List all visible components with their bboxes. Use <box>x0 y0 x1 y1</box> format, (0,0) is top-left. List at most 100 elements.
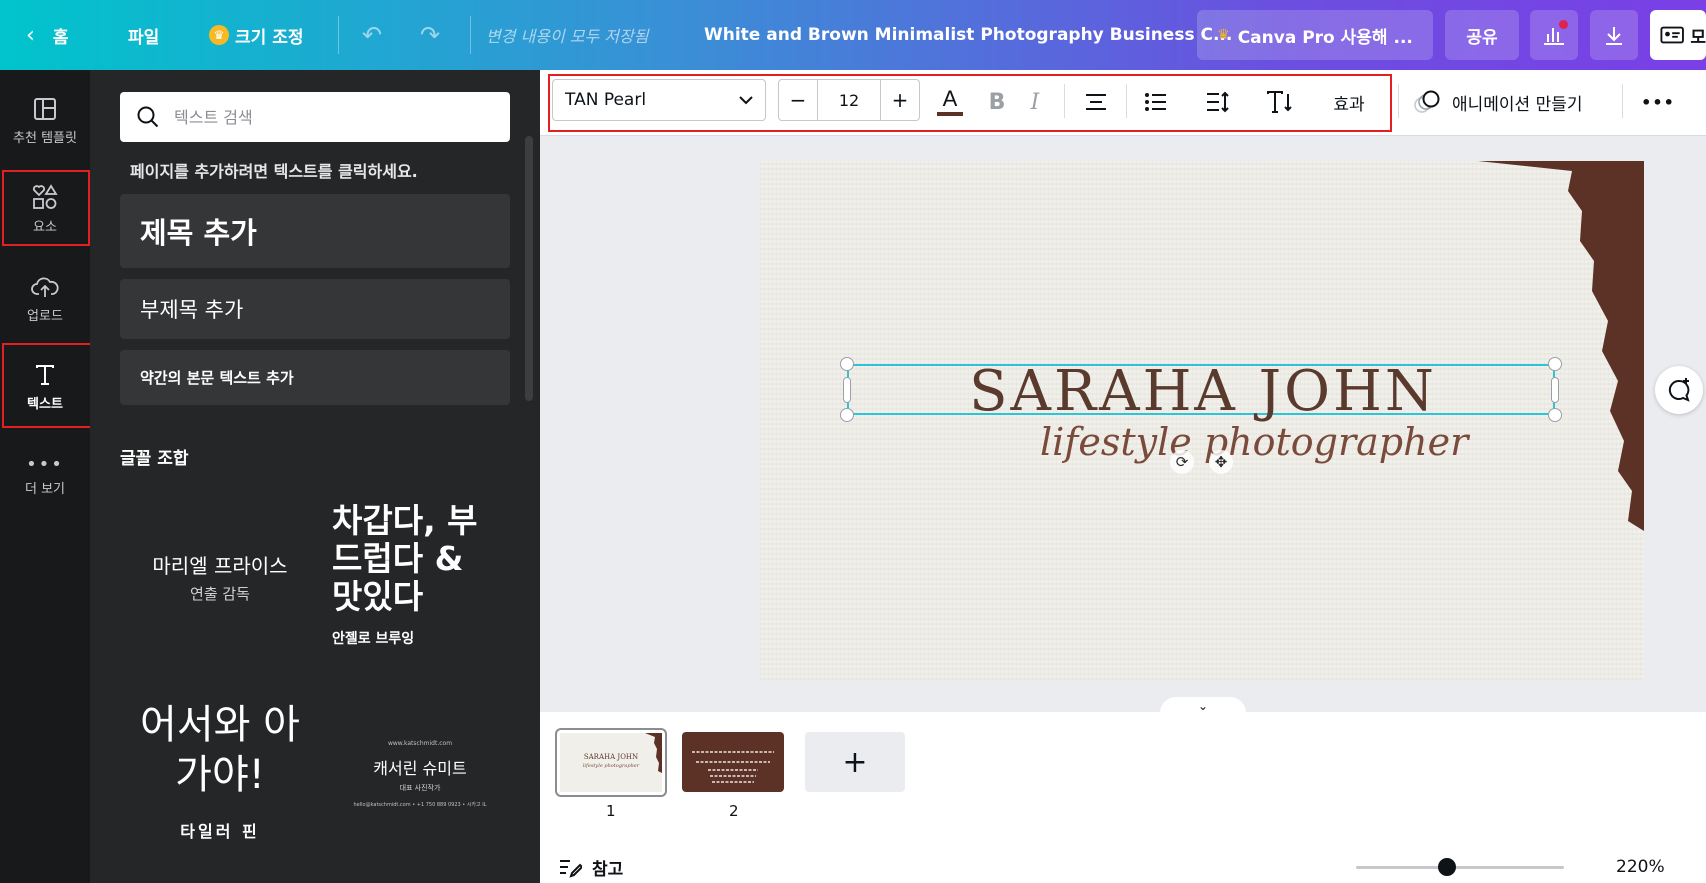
animate-button[interactable]: 애니메이션 만들기 <box>1412 83 1612 121</box>
thumb-subtitle: lifestyle photographer <box>582 763 640 769</box>
move-icon[interactable]: ✥ <box>1209 450 1233 474</box>
rail-label: 업로드 <box>27 308 63 324</box>
rail-item-text[interactable]: 텍스트 <box>0 348 90 426</box>
rail-item-templates[interactable]: 추천 템플릿 <box>0 82 90 160</box>
elements-icon <box>32 183 58 209</box>
combo-sub: 대표 사진작가 <box>399 784 441 792</box>
design-subtitle[interactable]: lifestyle photographer <box>1040 420 1468 464</box>
file-menu-button[interactable]: 파일 <box>128 0 159 70</box>
page-number: 2 <box>729 802 739 820</box>
rotate-icon[interactable]: ⟳ <box>1170 450 1194 474</box>
rail-item-elements[interactable]: 요소 <box>0 170 90 248</box>
design-title[interactable]: SARAHA JOHN <box>849 359 1557 424</box>
panel-scrollbar[interactable] <box>525 136 533 401</box>
redo-icon[interactable]: ↷ <box>420 0 440 70</box>
combo-main: 차갑다, 부드럽다 & 맛있다 <box>332 501 478 616</box>
text-color-button[interactable]: A <box>932 83 968 121</box>
more-options-icon[interactable]: ••• <box>1638 83 1678 121</box>
add-subheading-button[interactable]: 부제목 추가 <box>120 279 510 339</box>
add-heading-button[interactable]: 제목 추가 <box>120 194 510 268</box>
rail-item-uploads[interactable]: 업로드 <box>0 260 90 338</box>
add-comment-button[interactable] <box>1655 366 1703 414</box>
font-combo-card[interactable]: www.katschmidt.com 캐서린 슈미트 대표 사진작가 hello… <box>330 740 510 808</box>
zoom-slider-track[interactable] <box>1356 866 1564 869</box>
notes-button[interactable]: 참고 <box>558 855 623 880</box>
effects-button[interactable]: 효과 <box>1320 83 1378 121</box>
search-input[interactable] <box>174 107 474 127</box>
combo-sub: 연출 감독 <box>190 585 250 603</box>
text-lines-shape <box>692 751 774 783</box>
notes-icon <box>560 859 582 878</box>
download-button[interactable] <box>1590 10 1638 60</box>
search-box[interactable] <box>120 92 510 142</box>
font-size-input[interactable]: 12 <box>817 80 881 120</box>
resize-handle[interactable] <box>1548 408 1562 422</box>
spacing-icon[interactable] <box>1198 83 1238 121</box>
crown-icon: ♛ <box>1217 27 1230 43</box>
divider <box>1398 84 1399 118</box>
list-icon[interactable] <box>1136 83 1176 121</box>
font-family-value: TAN Pearl <box>565 90 647 110</box>
font-combo-card[interactable]: 마리엘 프라이스 연출 감독 <box>130 550 310 604</box>
try-pro-button[interactable]: ♛ Canva Pro 사용해 ... <box>1197 10 1433 60</box>
bold-icon[interactable]: B <box>980 83 1014 121</box>
side-handle[interactable] <box>843 377 851 403</box>
text-size-icon[interactable] <box>1260 83 1300 121</box>
font-family-dropdown[interactable]: TAN Pearl <box>552 79 766 121</box>
italic-icon[interactable]: I <box>1018 83 1052 121</box>
rail-label: 추천 템플릿 <box>13 130 77 146</box>
font-combo-card[interactable]: 차갑다, 부드럽다 & 맛있다 안젤로 브루잉 <box>332 502 492 648</box>
notes-label: 참고 <box>592 860 624 880</box>
rail-item-more[interactable]: ••• 더 보기 <box>0 438 90 516</box>
rail-label: 텍스트 <box>27 396 63 412</box>
align-center-icon[interactable] <box>1076 83 1116 121</box>
undo-icon[interactable]: ↶ <box>362 0 382 70</box>
resize-handle[interactable] <box>840 408 854 422</box>
present-label: 모 <box>1690 27 1706 48</box>
zoom-level[interactable]: 220% <box>1616 857 1665 877</box>
resize-handle[interactable] <box>1548 357 1562 371</box>
selected-text-box[interactable]: SARAHA JOHN <box>847 359 1557 424</box>
combo-top-line: www.katschmidt.com <box>387 740 453 747</box>
text-icon <box>36 364 54 385</box>
page-number: 1 <box>606 802 616 820</box>
decrease-font-size-button[interactable]: − <box>779 80 817 120</box>
document-title[interactable]: White and Brown Minimalist Photography B… <box>704 0 1232 70</box>
upload-icon <box>31 277 59 297</box>
add-body-button[interactable]: 약간의 본문 텍스트 추가 <box>120 350 510 405</box>
page-thumbnail-1[interactable]: SARAHA JOHN lifestyle photographer <box>555 728 667 797</box>
pages-toggle[interactable]: ⌄ <box>1160 697 1246 715</box>
divider <box>338 16 339 54</box>
chevron-left-icon: ‹ <box>26 22 35 48</box>
increase-font-size-button[interactable]: + <box>881 80 919 120</box>
share-label: 공유 <box>1466 27 1498 48</box>
download-icon <box>1606 27 1622 45</box>
comment-plus-icon <box>1668 378 1690 402</box>
more-icon: ••• <box>26 453 64 475</box>
divider <box>1622 84 1623 118</box>
text-color-icon: A <box>942 86 958 111</box>
insights-button[interactable] <box>1530 10 1578 60</box>
add-page-button[interactable]: + <box>805 732 905 792</box>
share-button[interactable]: 공유 <box>1445 10 1519 60</box>
rail-label: 더 보기 <box>24 481 65 497</box>
animate-label: 애니메이션 만들기 <box>1452 94 1583 115</box>
context-toolbar: TAN Pearl − 12 + A B I 효과 애니메이션 만들기 ••• <box>540 70 1706 136</box>
save-status: 변경 내용이 모두 저장됨 <box>486 27 649 46</box>
font-combo-card[interactable]: 어서와 아가야! 타일러 핀 <box>130 700 310 842</box>
combo-sub: 타일러 핀 <box>180 822 260 841</box>
resize-button[interactable]: ♛ 크기 조정 <box>209 0 303 70</box>
resize-handle[interactable] <box>840 357 854 371</box>
chevron-down-icon: ⌄ <box>1197 699 1209 713</box>
combo-main: 어서와 아가야! <box>140 702 300 798</box>
divider <box>1064 84 1065 118</box>
home-button[interactable]: ‹ 홈 <box>26 0 68 70</box>
side-rail: 추천 템플릿 요소 업로드 텍스트 ••• 더 보기 <box>0 70 90 883</box>
animate-icon <box>1414 90 1440 113</box>
zoom-slider-handle[interactable] <box>1438 858 1456 876</box>
combo-bottom-line: hello@katschmidt.com • +1 750 889 0923 •… <box>353 802 487 808</box>
page-thumbnail-2[interactable] <box>682 732 784 792</box>
present-button[interactable]: 모 <box>1650 10 1706 60</box>
side-handle[interactable] <box>1551 377 1559 403</box>
color-swatch <box>937 112 963 116</box>
